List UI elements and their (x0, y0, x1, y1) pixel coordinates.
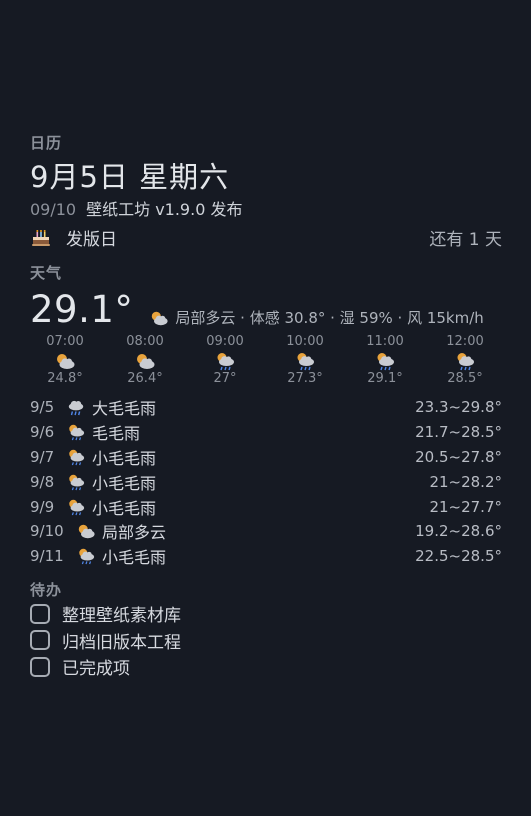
current-temperature: 29.1° (30, 288, 134, 331)
hour-temperature: 27.3° (287, 371, 323, 386)
hour-time: 12:00 (446, 334, 484, 349)
weather-section-title: 天气 (30, 264, 63, 282)
daily-item: 9/11 小毛毛雨 22.5~28.5° (30, 544, 502, 569)
day-date: 9/7 (30, 447, 55, 466)
release-text: 壁纸工坊 v1.9.0 发布 (86, 200, 243, 219)
day-temp-range: 20.5~27.8° (415, 447, 502, 466)
day-date: 9/8 (30, 472, 55, 491)
daily-item: 9/9 小毛毛雨 21~27.7° (30, 494, 502, 519)
todo-item[interactable]: 整理壁纸素材库 (30, 601, 502, 628)
todo-item[interactable]: 已完成项 (30, 654, 502, 681)
day-weather: 局部多云 (102, 523, 167, 543)
widget-panel: 日历 9月5日 星期六 09/10 壁纸工坊 v1.9.0 发布 发版日 还有 1… (30, 132, 502, 680)
drizzle-icon (69, 424, 85, 441)
current-weather: 29.1° 局部多云 · 体感 30.8° · 湿 59% · 风 15km/h (30, 286, 502, 332)
partly-cloudy-icon (152, 311, 168, 325)
hour-temperature: 27° (213, 371, 237, 386)
day-temp-range: 21~28.2° (429, 472, 502, 491)
current-weather-text: 局部多云 · 体感 30.8° · 湿 59% · 风 15km/h (175, 309, 484, 327)
current-weather-detail: 局部多云 · 体感 30.8° · 湿 59% · 风 15km/h (149, 307, 484, 328)
hour-time: 08:00 (126, 334, 164, 349)
day-temp-range: 21~27.7° (429, 497, 502, 516)
todo-label: 整理壁纸素材库 (62, 606, 181, 627)
hour-temperature: 24.8° (47, 371, 83, 386)
cake-icon (32, 230, 50, 246)
hour-time: 10:00 (286, 334, 324, 349)
release-note: 09/10 壁纸工坊 v1.9.0 发布 (30, 198, 502, 222)
todo-checkbox[interactable] (30, 603, 50, 624)
day-weather: 大毛毛雨 (92, 399, 157, 419)
hourly-item: 08:00 26.4° (110, 334, 180, 387)
daily-item: 9/5 大毛毛雨 23.3~29.8° (30, 395, 502, 420)
hour-time: 09:00 (206, 334, 244, 349)
day-weather: 毛毛雨 (92, 424, 141, 444)
event-name: 发版日 (66, 229, 117, 250)
heavy-drizzle-icon (68, 401, 84, 416)
partly-cloudy-icon (137, 354, 155, 369)
hourly-forecast: 07:00 24.8° 08:00 26.4° 09:00 27° 10:00 … (30, 334, 500, 387)
day-weather: 小毛毛雨 (92, 448, 157, 468)
drizzle-icon (457, 353, 474, 371)
todo-label: 归档旧版本工程 (62, 632, 181, 653)
day-temp-range: 23.3~29.8° (415, 398, 502, 417)
hourly-item: 11:00 29.1° (350, 334, 420, 387)
day-date: 9/11 (30, 547, 64, 566)
todo-checkbox[interactable] (30, 656, 50, 677)
day-date: 9/10 (30, 522, 64, 541)
drizzle-icon (297, 353, 314, 371)
todo-section-title: 待办 (30, 580, 63, 599)
hourly-item: 09:00 27° (190, 334, 260, 387)
hour-time: 07:00 (46, 334, 84, 349)
current-date: 9月5日 星期六 (30, 160, 230, 194)
release-date: 09/10 (30, 200, 77, 219)
day-weather: 小毛毛雨 (92, 473, 157, 493)
drizzle-icon (377, 353, 394, 371)
day-date: 9/5 (30, 398, 55, 417)
drizzle-icon (217, 353, 234, 371)
daily-item: 9/8 小毛毛雨 21~28.2° (30, 469, 502, 494)
hour-time: 11:00 (366, 334, 404, 349)
todo-checkbox[interactable] (30, 630, 50, 651)
drizzle-icon (69, 499, 85, 515)
hour-temperature: 26.4° (127, 371, 163, 386)
drizzle-icon (79, 548, 95, 565)
daily-item: 9/7 小毛毛雨 20.5~27.8° (30, 445, 502, 470)
calendar-section-title: 日历 (30, 134, 63, 152)
event-countdown: 还有 1 天 (429, 229, 502, 250)
day-date: 9/6 (30, 423, 55, 442)
drizzle-icon (69, 474, 85, 491)
daily-item: 9/6 毛毛雨 21.7~28.5° (30, 420, 502, 445)
hourly-item: 12:00 28.5° (430, 334, 500, 387)
day-temp-range: 19.2~28.6° (415, 522, 502, 541)
todo-label: 已完成项 (62, 659, 130, 680)
daily-forecast: 9/5 大毛毛雨 23.3~29.8° 9/6 毛毛雨 21.7~28.5° 9… (30, 395, 502, 569)
hour-temperature: 29.1° (367, 371, 403, 386)
day-temp-range: 21.7~28.5° (415, 423, 502, 442)
hour-temperature: 28.5° (447, 371, 483, 386)
day-date: 9/9 (30, 497, 55, 516)
hourly-item: 07:00 24.8° (30, 334, 100, 387)
todo-item[interactable]: 归档旧版本工程 (30, 627, 502, 654)
partly-cloudy-icon (78, 525, 95, 539)
event-row: 发版日 还有 1 天 (30, 222, 502, 252)
hourly-item: 10:00 27.3° (270, 334, 340, 387)
partly-cloudy-icon (57, 354, 75, 369)
day-weather: 小毛毛雨 (102, 548, 167, 568)
drizzle-icon (69, 449, 85, 466)
day-weather: 小毛毛雨 (92, 498, 157, 518)
day-temp-range: 22.5~28.5° (415, 547, 502, 566)
daily-item: 9/10 局部多云 19.2~28.6° (30, 519, 502, 544)
